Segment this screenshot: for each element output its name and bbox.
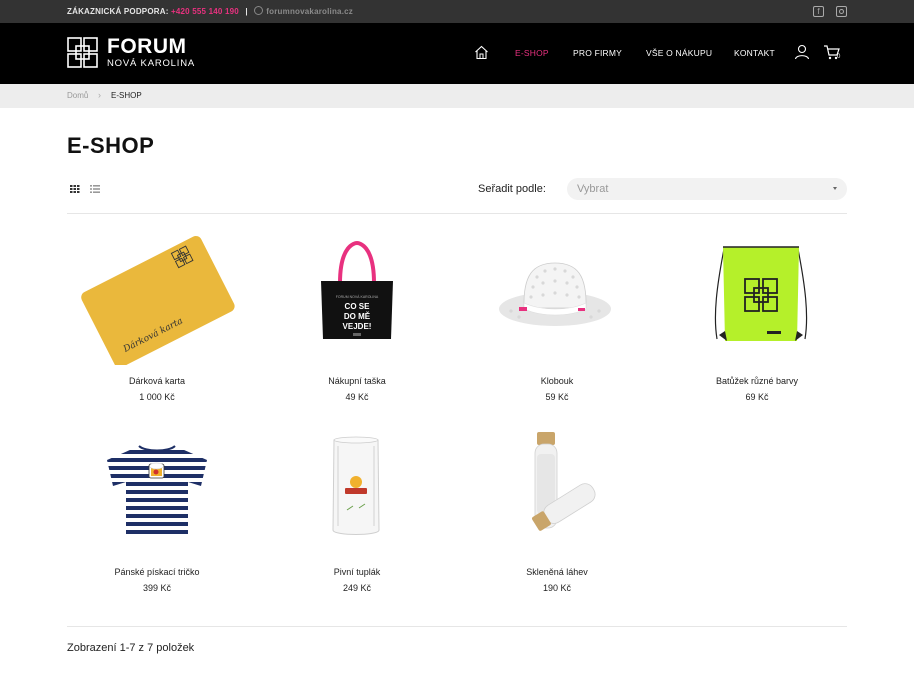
product-image[interactable]: FORUM NOVÁ KAROLINA CO SE DO MĚ VEJDE! bbox=[267, 235, 447, 365]
product-card[interactable]: FORUM NOVÁ KAROLINA CO SE DO MĚ VEJDE! N… bbox=[267, 235, 447, 402]
website-link[interactable]: forumnovakarolina.cz bbox=[266, 7, 353, 16]
bag-slogan-line-1: CO SE bbox=[345, 302, 371, 311]
breadcrumb-separator: › bbox=[98, 90, 101, 100]
nav-vse-o-nakupu[interactable]: VŠE O NÁKUPU bbox=[646, 48, 712, 58]
product-price: 69 Kč bbox=[745, 392, 769, 402]
breadcrumb-current: E-SHOP bbox=[111, 91, 142, 100]
breadcrumb-home-link[interactable]: Domů bbox=[67, 91, 88, 100]
product-image[interactable] bbox=[467, 426, 647, 556]
grid-view-icon[interactable] bbox=[70, 185, 80, 193]
support-label: ZÁKAZNICKÁ PODPORA: bbox=[67, 7, 169, 16]
product-name[interactable]: Pánské pískací tričko bbox=[67, 567, 247, 577]
bag-slogan-line-2: DO MĚ bbox=[344, 312, 371, 321]
results-count: Zobrazení 1-7 z 7 položek bbox=[67, 642, 195, 654]
bag-slogan-line-3: VEJDE! bbox=[343, 322, 372, 331]
product-image[interactable]: Dárková karta bbox=[67, 235, 247, 368]
product-name[interactable]: Klobouk bbox=[467, 376, 647, 386]
topbar-separator: | bbox=[245, 7, 248, 16]
product-price: 59 Kč bbox=[545, 392, 569, 402]
nav-eshop[interactable]: E-SHOP bbox=[515, 48, 549, 58]
product-card[interactable]: Skleněná láhev 190 Kč bbox=[467, 426, 647, 593]
chevron-down-icon bbox=[833, 187, 837, 190]
page-title: E-SHOP bbox=[67, 133, 155, 158]
product-price: 190 Kč bbox=[542, 583, 572, 593]
forum-logo-icon[interactable] bbox=[67, 37, 98, 68]
product-price: 249 Kč bbox=[342, 583, 372, 593]
list-view-icon[interactable] bbox=[90, 185, 100, 193]
product-card[interactable]: Batůžek různé barvy 69 Kč bbox=[667, 235, 847, 402]
breadcrumb: Domů › E-SHOP bbox=[0, 84, 914, 108]
instagram-icon[interactable] bbox=[836, 6, 847, 17]
product-price: 49 Kč bbox=[345, 392, 369, 402]
logo-title[interactable]: FORUM bbox=[107, 36, 187, 57]
logo-subtitle: NOVÁ KAROLINA bbox=[107, 58, 196, 69]
sort-label: Seřadit podle: bbox=[478, 183, 546, 195]
product-price: 399 Kč bbox=[142, 583, 172, 593]
product-image[interactable] bbox=[667, 235, 847, 365]
home-icon[interactable] bbox=[474, 45, 489, 60]
globe-icon bbox=[254, 6, 264, 15]
product-price: 1 000 Kč bbox=[139, 392, 175, 402]
cart-count-badge: 0 bbox=[837, 54, 841, 60]
product-name[interactable]: Skleněná láhev bbox=[467, 567, 647, 577]
product-name[interactable]: Batůžek různé barvy bbox=[667, 376, 847, 386]
product-name[interactable]: Pivní tuplák bbox=[267, 567, 447, 577]
product-card[interactable]: Pivní tuplák 249 Kč bbox=[267, 426, 447, 593]
nav-kontakt[interactable]: KONTAKT bbox=[734, 48, 775, 58]
sort-select[interactable]: Vybrat bbox=[567, 178, 847, 200]
product-card[interactable]: Klobouk 59 Kč bbox=[467, 235, 647, 402]
svg-text:FORUM NOVÁ KAROLINA: FORUM NOVÁ KAROLINA bbox=[336, 295, 379, 299]
sort-select-value: Vybrat bbox=[577, 183, 609, 195]
product-name[interactable]: Dárková karta bbox=[67, 376, 247, 386]
top-bar: ZÁKAZNICKÁ PODPORA: +420 555 140 190 | f… bbox=[0, 0, 914, 23]
facebook-icon[interactable]: f bbox=[813, 6, 824, 17]
customer-support: ZÁKAZNICKÁ PODPORA: +420 555 140 190 | f… bbox=[67, 6, 353, 16]
product-card[interactable]: Dárková karta Dárková karta 1 000 Kč bbox=[67, 235, 247, 402]
divider bbox=[67, 626, 847, 627]
product-image[interactable] bbox=[467, 235, 647, 365]
product-image[interactable] bbox=[67, 426, 247, 556]
divider bbox=[67, 213, 847, 214]
user-icon[interactable] bbox=[794, 44, 810, 60]
product-image[interactable] bbox=[267, 426, 447, 556]
nav-pro-firmy[interactable]: PRO FIRMY bbox=[573, 48, 622, 58]
main-header: FORUM NOVÁ KAROLINA E-SHOP PRO FIRMY VŠE… bbox=[0, 23, 914, 84]
product-name[interactable]: Nákupní taška bbox=[267, 376, 447, 386]
product-card[interactable]: Pánské pískací tričko 399 Kč bbox=[67, 426, 247, 593]
support-phone-link[interactable]: +420 555 140 190 bbox=[171, 7, 239, 16]
